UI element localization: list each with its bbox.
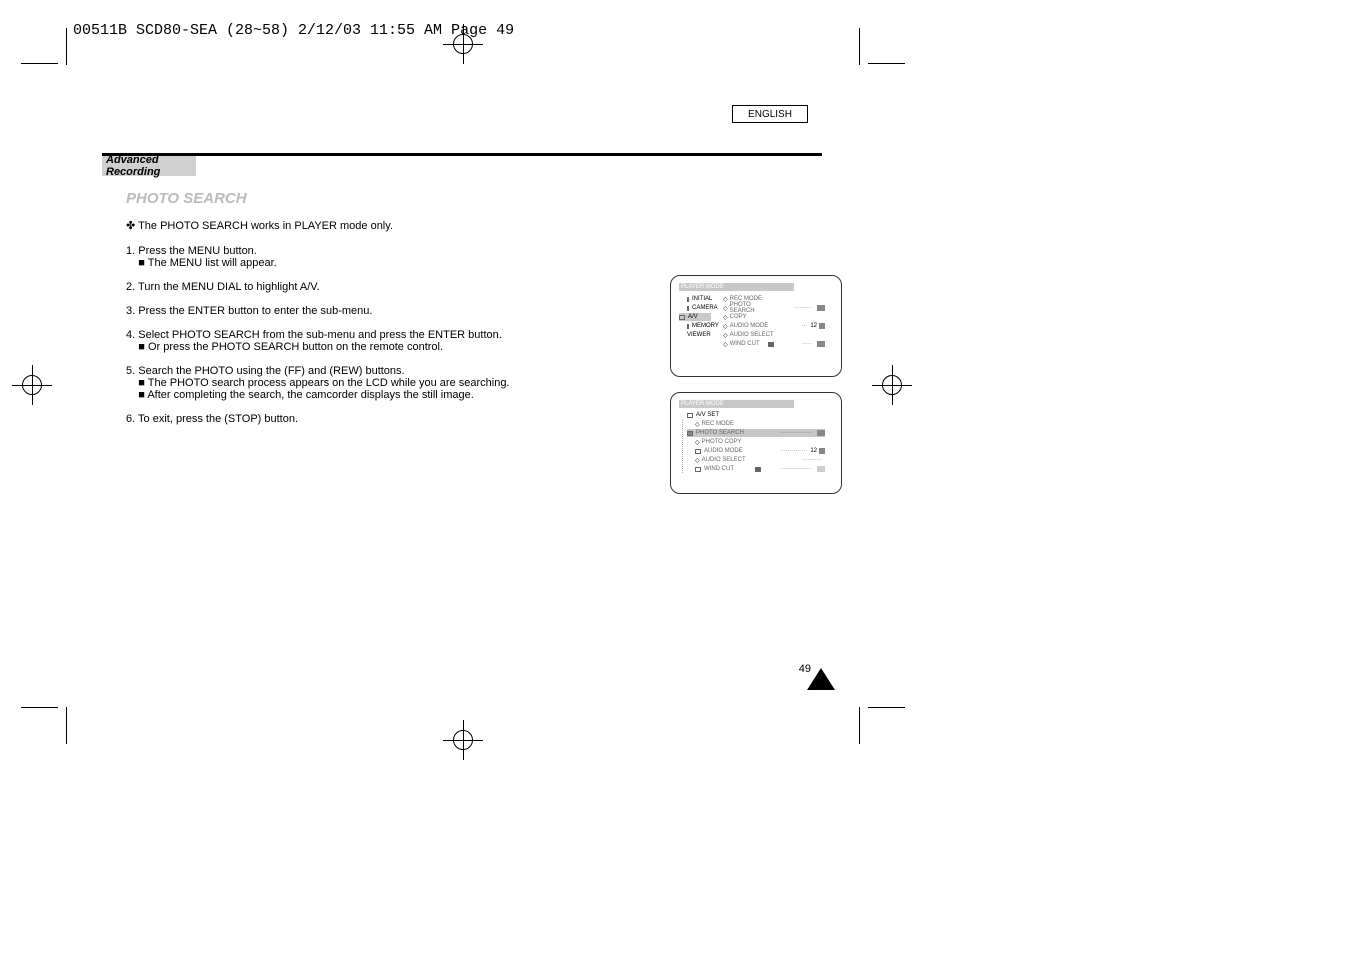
- section-title: PHOTO SEARCH: [126, 190, 247, 207]
- step-2: 2. Turn the MENU DIAL to highlight A/V.: [126, 281, 636, 293]
- bullet-1: ✤ The PHOTO SEARCH works in PLAYER mode …: [126, 218, 631, 236]
- step-5: 5. Search the PHOTO using the (FF) and (…: [126, 365, 636, 401]
- crop-mark: [21, 707, 58, 708]
- off-icon: [817, 341, 825, 347]
- crop-mark: [859, 707, 860, 744]
- bit-icon: [819, 448, 825, 454]
- search-icon: [817, 305, 825, 311]
- step-6: 6. To exit, press the (STOP) button.: [126, 413, 636, 425]
- crop-mark: [868, 63, 905, 64]
- language-label: ENGLISH: [732, 105, 808, 123]
- section-header: Advanced Recording: [102, 156, 196, 176]
- screen-title: PLAYER MODE: [679, 400, 794, 408]
- page-triangle-icon: [807, 668, 835, 690]
- step-4: 4. Select PHOTO SEARCH from the sub-menu…: [126, 329, 636, 353]
- reg-mark: [443, 720, 483, 760]
- crop-mark: [868, 707, 905, 708]
- menu-screen-2: PLAYER MODE A/V SET ◇REC MODE PHOTO SEAR…: [670, 392, 842, 494]
- step-1: 1. Press the MENU button. ■ The MENU lis…: [126, 245, 636, 269]
- off-icon: [817, 466, 825, 472]
- reg-mark: [872, 365, 912, 405]
- reg-mark: [12, 365, 52, 405]
- crop-mark: [859, 28, 860, 65]
- menu-screen-1: PLAYER MODE INITIAL CAMERA A/V MEMORY VI…: [670, 275, 842, 377]
- title-rule: [102, 153, 822, 156]
- step-3: 3. Press the ENTER button to enter the s…: [126, 305, 636, 317]
- crop-mark: [66, 28, 67, 65]
- bit-icon: [819, 323, 825, 329]
- crop-mark: [66, 707, 67, 744]
- reg-mark: [443, 24, 483, 64]
- screen-title: PLAYER MODE: [679, 283, 794, 291]
- search-icon: [817, 430, 825, 436]
- crop-mark: [21, 63, 58, 64]
